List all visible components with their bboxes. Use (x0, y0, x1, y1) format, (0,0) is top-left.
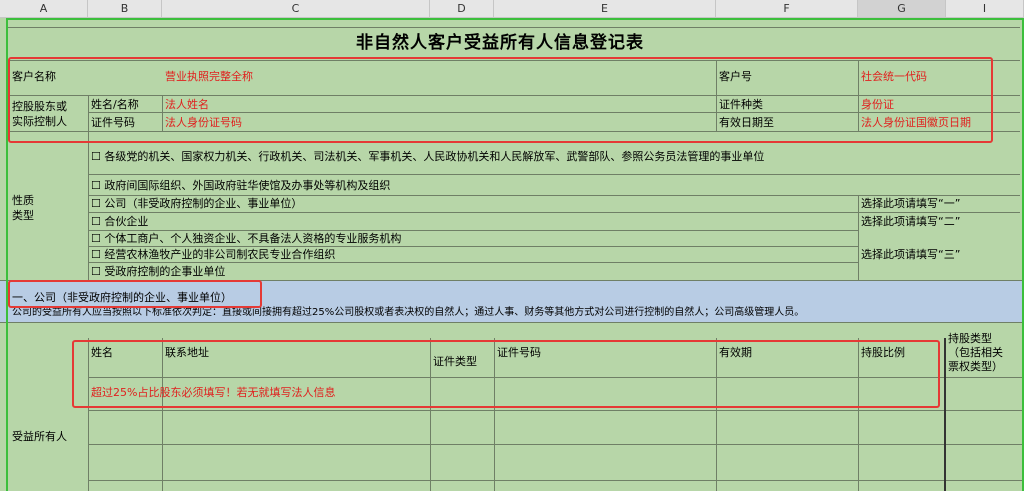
beneficiary-row-label: 受益所有人 (12, 430, 67, 443)
nature-hint-2: 选择此项请填写“二” (861, 215, 961, 228)
nature-option-7[interactable]: ☐ 受政府控制的企事业单位 (91, 265, 225, 279)
spreadsheet-grid[interactable]: 非自然人客户受益所有人信息登记表 客户名称 营业执照完整全称 客户号 社会统一代… (0, 18, 1024, 491)
section1-description: 公司的受益所有人应当按照以下标准依次判定：直接或间接拥有超过25%公司股权或者表… (12, 307, 805, 318)
column-header-f[interactable]: F (716, 0, 858, 18)
nature-label-line2: 类型 (12, 209, 34, 222)
nature-option-4[interactable]: ☐ 合伙企业 (91, 215, 148, 229)
highlight-beneficiary-header (72, 340, 940, 408)
nature-option-6[interactable]: ☐ 经营农林渔牧产业的非公司制农民专业合作组织 (91, 248, 335, 262)
form-title: 非自然人客户受益所有人信息登记表 (356, 33, 644, 53)
column-header-i[interactable]: I (946, 0, 1024, 18)
nature-option-5[interactable]: ☐ 个体工商户、个人独资企业、不具备法人资格的专业服务机构 (91, 232, 401, 246)
header-holdtype-line2: （包括相关 (948, 346, 1003, 359)
nature-option-3[interactable]: ☐ 公司（非受政府控制的企业、事业单位） (91, 197, 302, 211)
highlight-customer-info (8, 57, 993, 143)
header-holdtype-line3: 票权类型） (948, 360, 1003, 373)
nature-hint-3: 选择此项请填写“三” (861, 248, 961, 261)
column-header-e[interactable]: E (494, 0, 716, 18)
column-header-b[interactable]: B (88, 0, 162, 18)
nature-option-2[interactable]: ☐ 政府间国际组织、外国政府驻华使馆及办事处等机构及组织 (91, 179, 390, 193)
column-header-a[interactable]: A (0, 0, 88, 18)
column-header-g[interactable]: G (858, 0, 946, 18)
column-header-c[interactable]: C (162, 0, 430, 18)
header-holdtype-line1: 持股类型 (948, 332, 992, 345)
nature-option-1[interactable]: ☐ 各级党的机关、国家权力机关、行政机关、司法机关、军事机关、人民政协机关和人民… (91, 150, 764, 164)
column-header-d[interactable]: D (430, 0, 494, 18)
nature-hint-1: 选择此项请填写“一” (861, 197, 961, 210)
nature-label-line1: 性质 (12, 194, 34, 207)
highlight-section1-heading (8, 280, 262, 308)
